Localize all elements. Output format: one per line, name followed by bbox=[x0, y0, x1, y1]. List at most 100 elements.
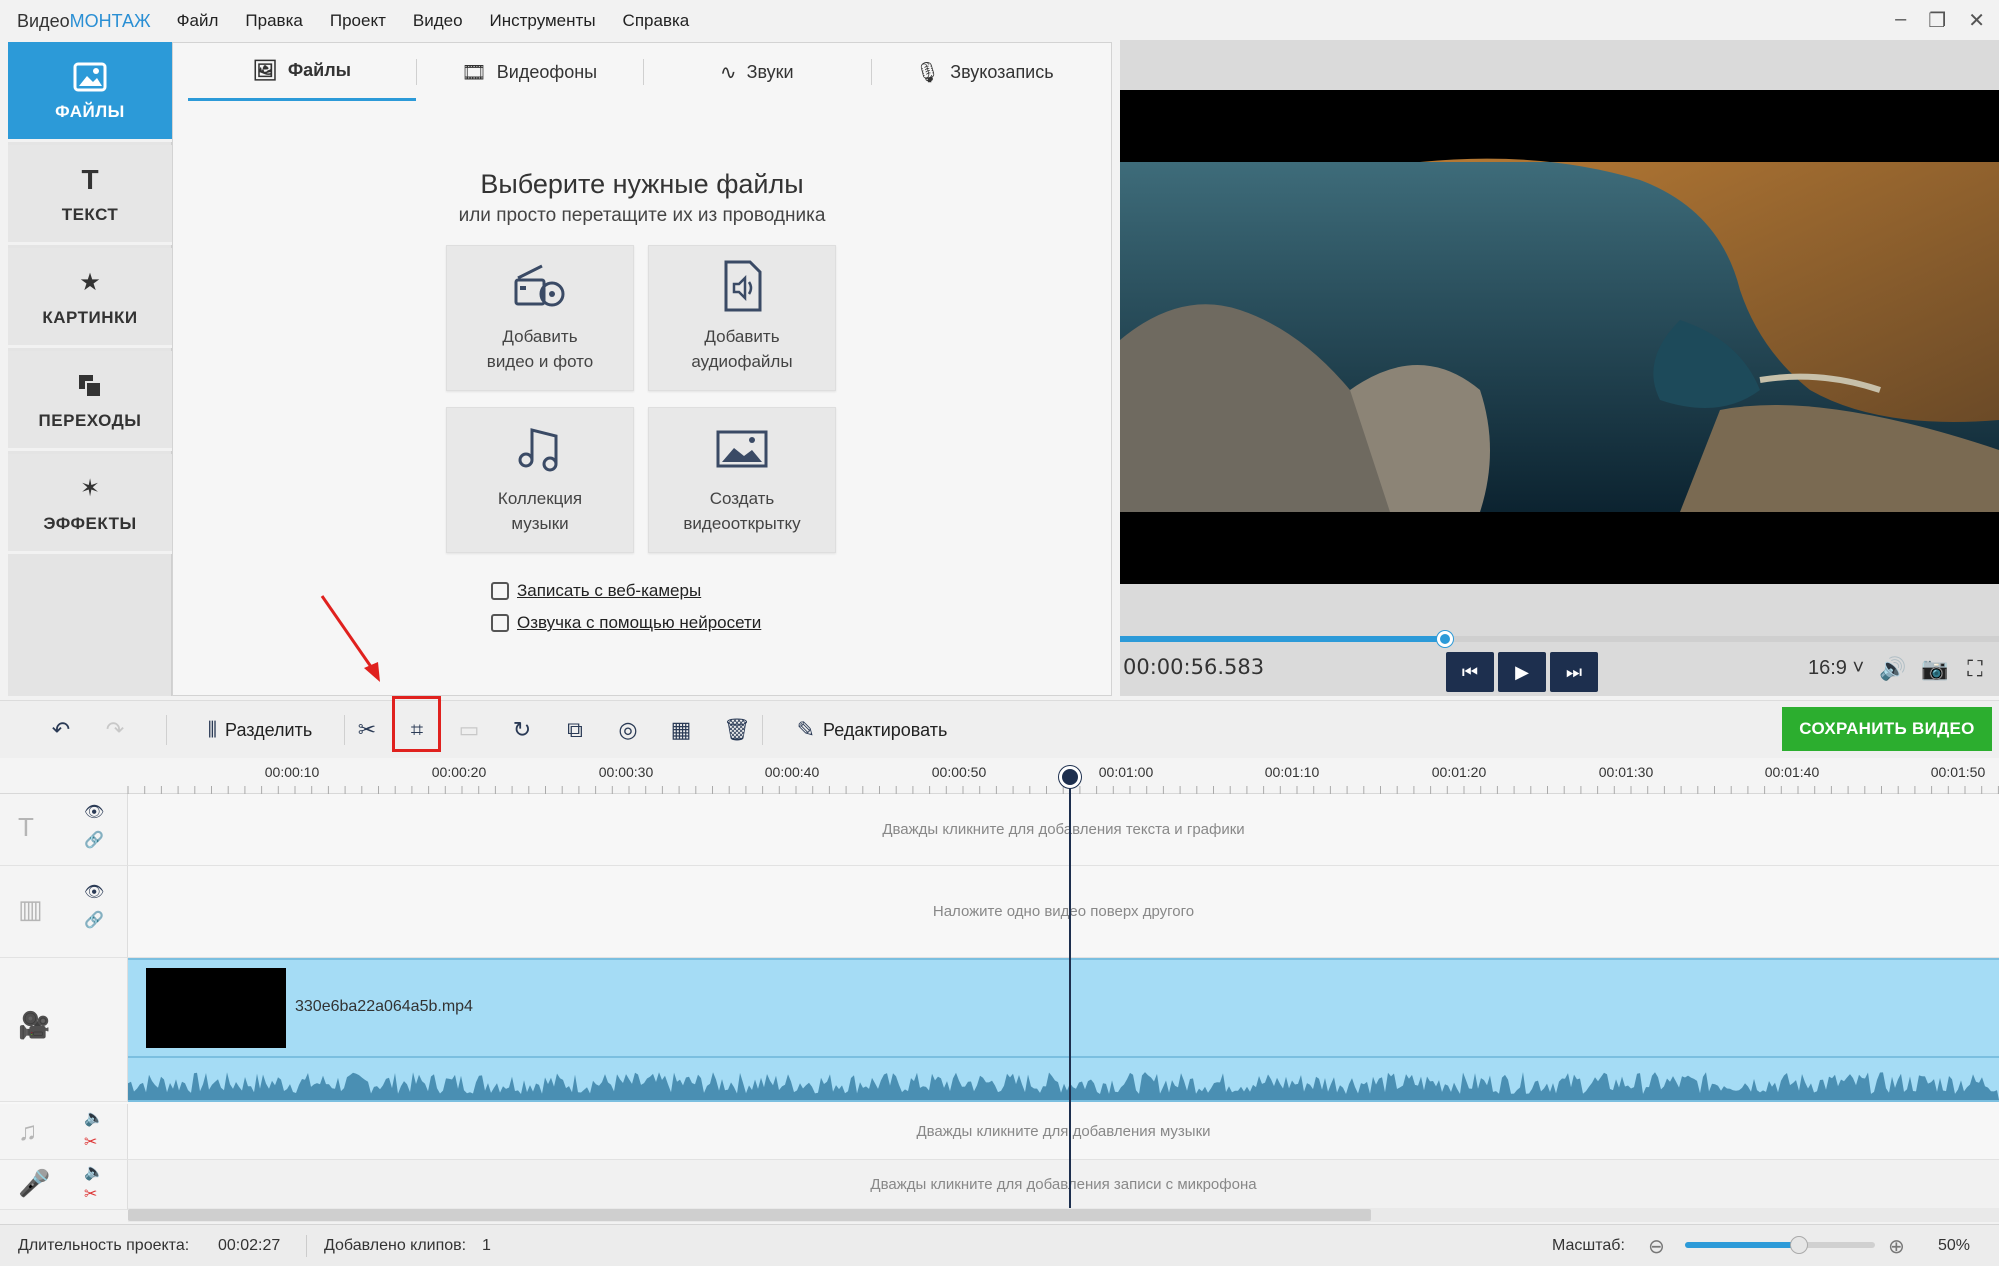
record-webcam-link[interactable]: Записать с веб-камеры bbox=[517, 581, 701, 601]
playhead-line[interactable] bbox=[1069, 770, 1071, 1210]
redo-button[interactable]: ↷ bbox=[98, 713, 132, 747]
mic-track[interactable]: Дважды кликните для добавления записи с … bbox=[128, 1160, 1999, 1210]
rotate-icon: ↻ bbox=[512, 717, 532, 742]
sidebar-item-images[interactable]: ★ КАРТИНКИ bbox=[8, 248, 172, 348]
aspect-ratio-select[interactable]: 16:9 ˅ bbox=[1808, 657, 1864, 680]
main-video-track[interactable]: 330e6ba22a064a5b.mp4 bbox=[128, 958, 1999, 1102]
audio-waveform bbox=[128, 1072, 1999, 1100]
stabilize-button[interactable]: ◎ bbox=[611, 713, 645, 747]
speaker-icon[interactable]: 🔈 bbox=[84, 1108, 104, 1128]
clip-thumbnail[interactable] bbox=[146, 968, 286, 1048]
tab-sounds[interactable]: ∿ Звуки bbox=[643, 43, 871, 101]
overlay-track[interactable]: Наложите одно видео поверх другого bbox=[128, 866, 1999, 958]
music-collection-button[interactable]: Коллекция музыки bbox=[446, 407, 634, 553]
star-icon: ★ bbox=[79, 269, 101, 296]
timeline-scrollbar[interactable] bbox=[128, 1208, 1999, 1222]
panel-headline: Выберите нужные файлы bbox=[480, 169, 804, 199]
volume-icon[interactable]: 🔊 bbox=[1878, 654, 1908, 684]
skip-back-icon: ⏮ bbox=[1461, 661, 1479, 682]
unlink-icon[interactable]: ✂ bbox=[84, 1132, 97, 1152]
undo-button[interactable]: ↶ bbox=[44, 713, 78, 747]
play-icon: ▶ bbox=[1515, 661, 1529, 682]
menu-video[interactable]: Видео bbox=[413, 11, 463, 31]
camera-snapshot-icon[interactable]: 📷 bbox=[1920, 654, 1950, 684]
music-track[interactable]: Дважды кликните для добавления музыки bbox=[128, 1104, 1999, 1160]
menu-project[interactable]: Проект bbox=[330, 11, 386, 31]
film-camera-icon bbox=[514, 264, 565, 307]
ai-voiceover-link[interactable]: Озвучка с помощью нейросети bbox=[517, 613, 761, 633]
sidebar-item-effects[interactable]: ✶ ЭФФЕКТЫ bbox=[8, 454, 172, 554]
redo-icon: ↷ bbox=[105, 717, 125, 742]
minimize-icon[interactable]: – bbox=[1895, 8, 1906, 33]
save-video-button[interactable]: СОХРАНИТЬ ВИДЕО bbox=[1782, 707, 1992, 751]
clips-label: Добавлено клипов: bbox=[324, 1237, 467, 1254]
image-icon: 🖼 bbox=[252, 60, 278, 82]
playhead-knob[interactable] bbox=[1059, 766, 1081, 788]
webcam-icon bbox=[491, 582, 509, 600]
fit-button[interactable]: ▭ bbox=[452, 713, 486, 747]
menu-edit[interactable]: Правка bbox=[245, 11, 302, 31]
menu-file[interactable]: Файл bbox=[177, 11, 219, 31]
tab-sound-recording[interactable]: 🎙 Звукозапись bbox=[870, 43, 1099, 101]
frame-icon: ▭ bbox=[458, 717, 480, 742]
zoom-slider-fill bbox=[1685, 1242, 1799, 1248]
zoom-out-icon[interactable]: ⊖ bbox=[1648, 1234, 1665, 1259]
add-video-photo-button[interactable]: Добавить видео и фото bbox=[446, 245, 634, 391]
video-track-header: 🎥 bbox=[0, 958, 128, 1102]
prev-frame-button[interactable]: ⏮ bbox=[1446, 652, 1494, 692]
zoom-label: Масштаб: bbox=[1552, 1237, 1625, 1254]
trash-icon: 🗑 bbox=[723, 717, 751, 742]
zoom-slider-knob[interactable] bbox=[1790, 1236, 1808, 1254]
unlink-icon[interactable]: ✂ bbox=[84, 1184, 97, 1204]
menu-tools[interactable]: Инструменты bbox=[490, 11, 596, 31]
split-button[interactable]: ⫴ Разделить bbox=[190, 713, 330, 747]
mic-track-header: 🎤 🔈 ✂ bbox=[0, 1160, 128, 1210]
zoom-slider[interactable] bbox=[1685, 1236, 1875, 1254]
tab-video-backgrounds[interactable]: 🎞 Видеофоны bbox=[415, 43, 644, 101]
text-track[interactable]: Дважды кликните для добавления текста и … bbox=[128, 794, 1999, 866]
add-clip-button[interactable]: ▦ bbox=[664, 713, 698, 747]
edit-icon: ✎ bbox=[796, 717, 816, 742]
edit-button[interactable]: ✎ Редактировать bbox=[782, 713, 962, 747]
sidebar-item-text[interactable]: T ТЕКСТ bbox=[8, 145, 172, 245]
app-logo: ВидеоМОНТАЖ bbox=[17, 10, 151, 31]
eye-icon[interactable]: 👁 bbox=[84, 882, 104, 902]
film-icon: ▥ bbox=[18, 894, 43, 924]
video-camera-icon: 🎥 bbox=[18, 1010, 51, 1040]
sidebar-item-transitions[interactable]: ПЕРЕХОДЫ bbox=[8, 351, 172, 451]
zoom-in-icon[interactable]: ⊕ bbox=[1888, 1234, 1905, 1259]
restore-icon[interactable]: ❐ bbox=[1928, 8, 1946, 33]
tab-files[interactable]: 🖼 Файлы bbox=[188, 43, 416, 101]
link-icon[interactable]: 🔗 bbox=[84, 830, 104, 850]
app-window: ВидеоМОНТАЖ Файл Правка Проект Видео Инс… bbox=[0, 0, 1999, 1266]
fullscreen-icon[interactable]: ⛶ bbox=[1960, 654, 1990, 684]
transitions-icon bbox=[73, 369, 107, 403]
play-button[interactable]: ▶ bbox=[1498, 652, 1546, 692]
link-icon[interactable]: 🔗 bbox=[84, 910, 104, 930]
delete-button[interactable]: 🗑 bbox=[720, 713, 754, 747]
video-frame[interactable] bbox=[1120, 90, 1999, 584]
rotate-button[interactable]: ↻ bbox=[505, 713, 539, 747]
cut-button[interactable]: ✂ bbox=[350, 713, 384, 747]
webcam-link-row: Записать с веб-камеры bbox=[491, 581, 701, 601]
menu-help[interactable]: Справка bbox=[623, 11, 690, 31]
timeline-scrollbar-thumb[interactable] bbox=[128, 1209, 1371, 1221]
create-video-postcard-button[interactable]: Создать видеооткрытку bbox=[648, 407, 836, 553]
text-icon: T bbox=[81, 163, 99, 195]
resize-icon: ⧉ bbox=[567, 717, 583, 742]
close-icon[interactable]: ✕ bbox=[1968, 8, 1985, 33]
skip-forward-icon: ⏭ bbox=[1565, 661, 1583, 682]
progress-knob[interactable] bbox=[1437, 631, 1454, 647]
next-frame-button[interactable]: ⏭ bbox=[1550, 652, 1598, 692]
sidebar-item-files[interactable]: ФАЙЛЫ bbox=[8, 42, 172, 142]
speaker-icon[interactable]: 🔈 bbox=[84, 1162, 104, 1182]
add-audio-button[interactable]: Добавить аудиофайлы bbox=[648, 245, 836, 391]
text-track-header: T 👁 🔗 bbox=[0, 794, 128, 866]
timeline-ruler[interactable]: 00:00:10 00:00:20 00:00:30 00:00:40 00:0… bbox=[0, 758, 1999, 794]
music-track-header: ♫ 🔈 ✂ bbox=[0, 1104, 128, 1160]
eye-icon[interactable]: 👁 bbox=[84, 802, 104, 822]
image-icon bbox=[73, 60, 107, 94]
resize-button[interactable]: ⧉ bbox=[558, 713, 592, 747]
stabilize-icon: ◎ bbox=[618, 717, 638, 742]
preview-progress-bar[interactable] bbox=[1120, 631, 1999, 647]
